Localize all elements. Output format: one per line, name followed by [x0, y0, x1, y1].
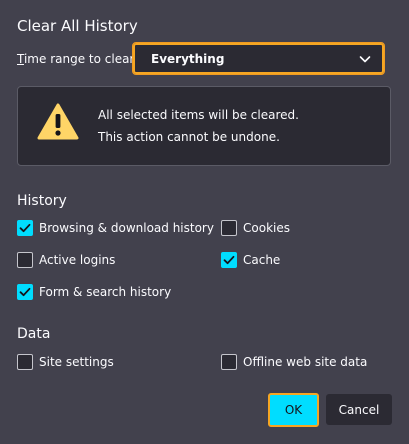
checkbox-label: Site settings [39, 355, 114, 369]
checkbox-label: Cookies [243, 221, 290, 235]
dialog-title: Clear All History [17, 17, 138, 35]
checkbox-box[interactable] [221, 220, 237, 236]
time-range-label: Time range to clear: [17, 52, 138, 66]
checkbox-browsing-download-history[interactable]: Browsing & download history [17, 220, 214, 236]
history-heading: History [17, 193, 67, 209]
time-range-label-text: ime range to clear: [23, 52, 139, 66]
checkmark-icon [223, 255, 235, 265]
checkbox-site-settings[interactable]: Site settings [17, 354, 114, 370]
time-range-label-mnemonic: T [17, 52, 24, 66]
cancel-button[interactable]: Cancel [326, 394, 392, 425]
checkbox-offline-web-site-data[interactable]: Offline web site data [221, 354, 367, 370]
ok-button[interactable]: OK [268, 393, 319, 427]
warning-icon [37, 103, 79, 141]
warning-text-line2: This action cannot be undone. [98, 130, 280, 144]
checkbox-label: Offline web site data [243, 355, 368, 369]
checkbox-cookies[interactable]: Cookies [221, 220, 290, 236]
checkbox-label: Browsing & download history [39, 221, 214, 235]
time-range-select[interactable]: Everything [132, 42, 385, 75]
checkbox-box[interactable] [17, 220, 33, 236]
checkbox-box[interactable] [17, 354, 33, 370]
checkbox-box[interactable] [221, 252, 237, 268]
checkbox-label: Active logins [39, 253, 116, 267]
checkbox-box[interactable] [221, 354, 237, 370]
data-heading: Data [17, 326, 51, 342]
checkbox-cache[interactable]: Cache [221, 252, 280, 268]
chevron-down-icon [358, 51, 372, 65]
checkbox-label: Form & search history [39, 285, 172, 299]
checkbox-active-logins[interactable]: Active logins [17, 252, 115, 268]
checkbox-box[interactable] [17, 284, 33, 300]
warning-box: All selected items will be cleared. This… [17, 86, 391, 166]
checkbox-label: Cache [243, 253, 281, 267]
checkmark-icon [19, 287, 31, 297]
checkbox-form-search-history[interactable]: Form & search history [17, 284, 171, 300]
warning-text-line1: All selected items will be cleared. [98, 108, 299, 122]
checkbox-box[interactable] [17, 252, 33, 268]
checkmark-icon [19, 223, 31, 233]
time-range-value: Everything [151, 52, 225, 66]
